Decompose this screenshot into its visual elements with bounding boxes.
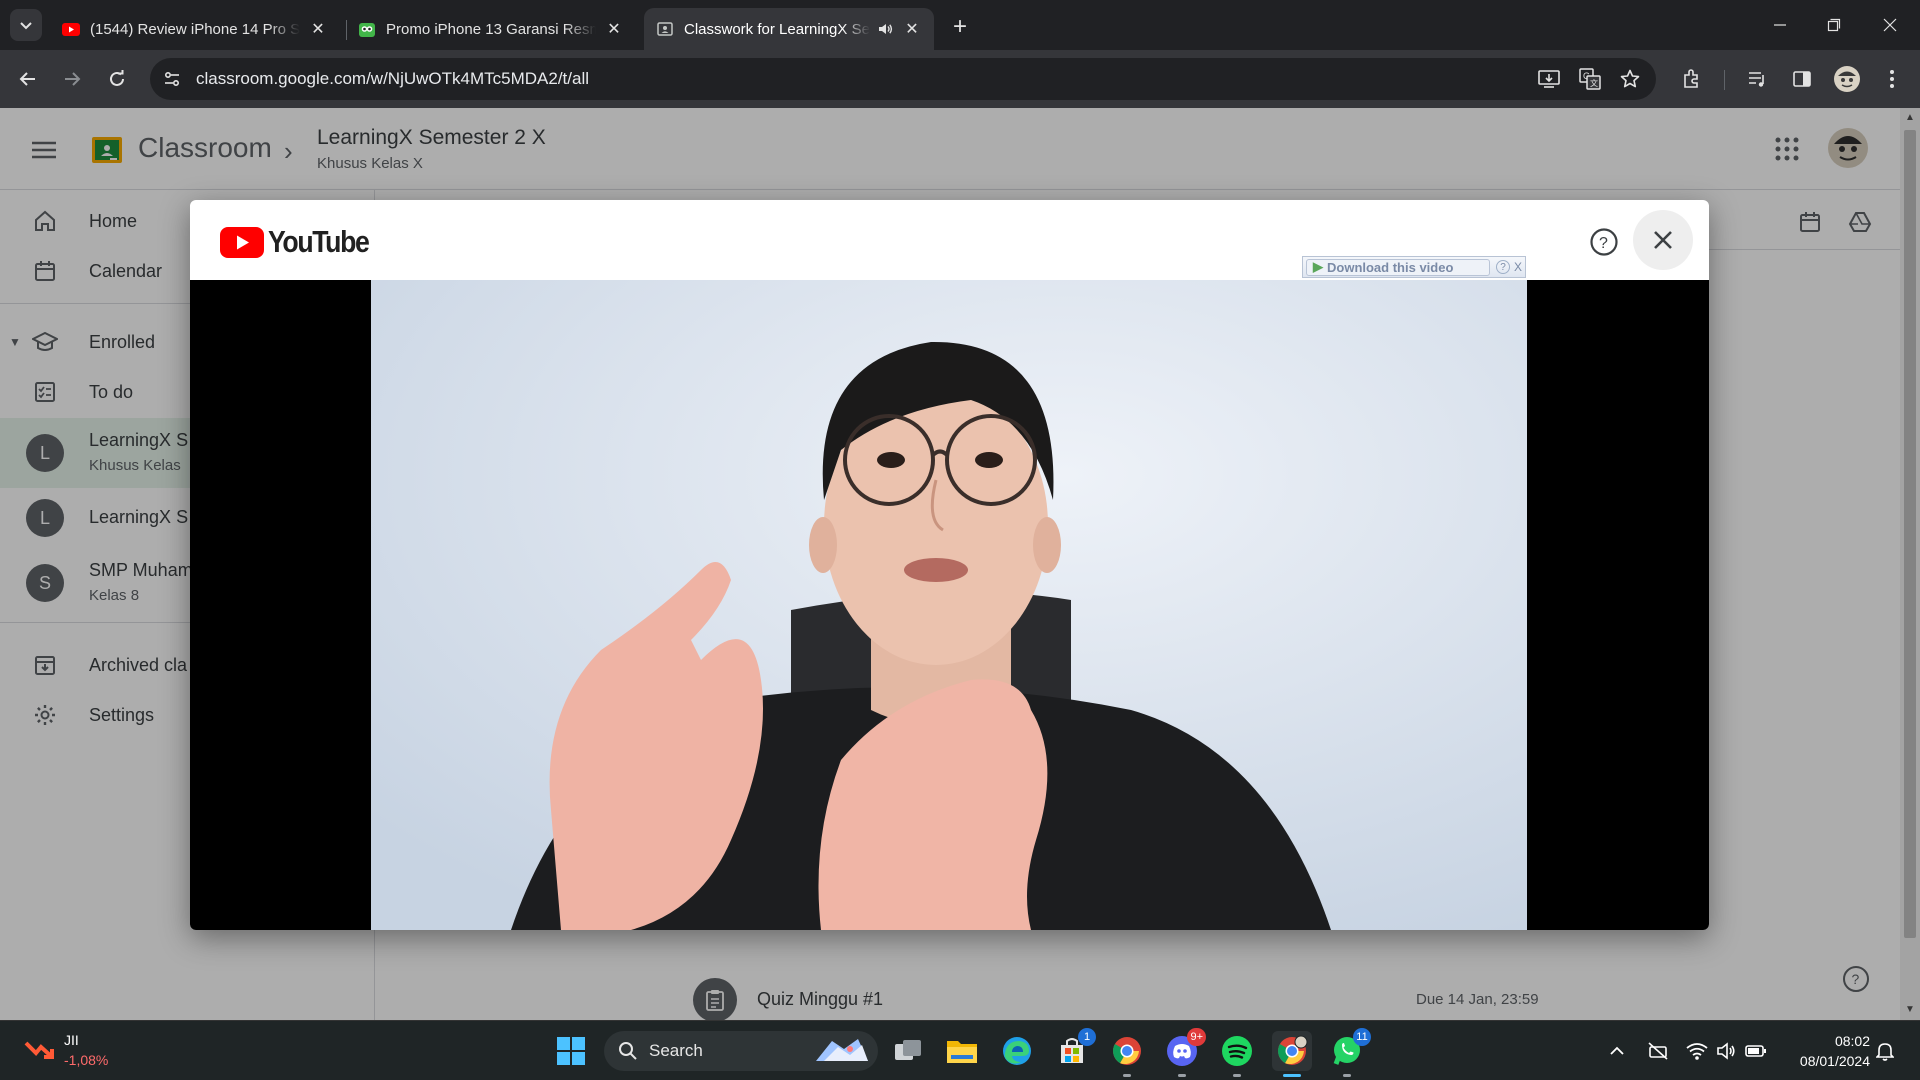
chrome-icon[interactable] <box>1107 1031 1147 1077</box>
youtube-wordmark: YouTube <box>268 224 370 259</box>
tab-close-icon[interactable]: ✕ <box>308 19 328 39</box>
stock-down-icon[interactable] <box>24 1033 54 1063</box>
minimize-icon <box>1774 24 1786 26</box>
arrow-right-icon <box>65 72 81 86</box>
window-close-button[interactable] <box>1862 0 1918 50</box>
running-indicator <box>1178 1074 1186 1077</box>
address-bar[interactable]: classroom.google.com/w/NjUwOTk4MTc5MDA2/… <box>150 58 1656 100</box>
search-icon <box>619 1042 637 1060</box>
translate-icon[interactable]: G文 <box>1577 66 1603 92</box>
stock-ticker-change: -1,08% <box>64 1052 109 1068</box>
new-tab-button[interactable]: + <box>946 13 974 41</box>
whatsapp-icon[interactable]: 11 <box>1327 1028 1371 1077</box>
tab-close-icon[interactable]: ✕ <box>604 19 624 39</box>
stock-ticker-name[interactable]: JII <box>64 1032 79 1048</box>
arrow-left-icon <box>19 72 35 86</box>
download-video-bar: ▶ Download this video ? X <box>1302 256 1526 278</box>
help-icon[interactable]: ? <box>1589 227 1619 257</box>
classroom-icon <box>656 20 674 38</box>
minimize-button[interactable] <box>1752 0 1808 50</box>
install-app-icon[interactable] <box>1536 66 1562 92</box>
youtube-logo[interactable]: YouTube <box>220 224 385 260</box>
microsoft-store-icon[interactable]: 1 <box>1052 1028 1096 1071</box>
volume-icon[interactable] <box>1712 1037 1740 1065</box>
url-text[interactable]: classroom.google.com/w/NjUwOTk4MTc5MDA2/… <box>196 69 589 89</box>
svg-text:文: 文 <box>1590 78 1598 88</box>
youtube-video-dialog: YouTube ? ▶ Download this video ? X <box>190 200 1709 930</box>
tab-title: Promo iPhone 13 Garansi Resmi <box>386 20 596 38</box>
windows-taskbar: JII -1,08% Search 1 9+ 11 08:02 08/01/20… <box>0 1020 1920 1080</box>
running-indicator <box>1233 1074 1241 1077</box>
download-help-icon[interactable]: ? <box>1496 260 1510 274</box>
profile-avatar[interactable] <box>1831 63 1863 95</box>
classroom-page: Classroom › LearningX Semester 2 X Khusu… <box>0 108 1920 1020</box>
chevron-down-icon <box>20 22 32 30</box>
tab-tokopedia[interactable]: Promo iPhone 13 Garansi Resmi ✕ <box>346 8 636 50</box>
download-video-button[interactable]: ▶ Download this video <box>1306 258 1490 276</box>
battery-icon[interactable] <box>1742 1037 1770 1065</box>
download-close-icon[interactable]: X <box>1514 260 1522 274</box>
network-disconnected-icon[interactable] <box>1644 1037 1672 1065</box>
restore-button[interactable] <box>1806 0 1862 50</box>
edge-browser-icon[interactable] <box>997 1031 1037 1071</box>
bookmark-star-icon[interactable] <box>1617 66 1643 92</box>
toolbar-separator <box>1724 70 1725 90</box>
close-dialog-button[interactable] <box>1633 210 1693 270</box>
browser-toolbar: classroom.google.com/w/NjUwOTk4MTc5MDA2/… <box>0 50 1920 108</box>
file-explorer-icon[interactable] <box>942 1031 982 1071</box>
media-control-icon[interactable] <box>1741 63 1773 95</box>
speaker-icon[interactable] <box>876 20 894 38</box>
back-button[interactable] <box>12 63 44 95</box>
system-clock[interactable]: 08:02 08/01/2024 <box>1780 1031 1870 1071</box>
show-hidden-icons-icon[interactable] <box>1603 1037 1631 1065</box>
extensions-icon[interactable] <box>1675 63 1707 95</box>
restore-icon <box>1827 18 1841 32</box>
video-frame[interactable] <box>371 280 1527 930</box>
wifi-icon[interactable] <box>1683 1037 1711 1065</box>
clock-date: 08/01/2024 <box>1799 1053 1870 1069</box>
close-icon <box>1654 231 1672 249</box>
notifications-bell-icon[interactable] <box>1871 1037 1899 1065</box>
tab-title: (1544) Review iPhone 14 Pro Se <box>90 20 300 38</box>
store-badge: 1 <box>1078 1028 1096 1046</box>
whatsapp-badge: 11 <box>1353 1028 1371 1046</box>
search-label: Search <box>649 1041 703 1060</box>
side-panel-icon[interactable] <box>1786 63 1818 95</box>
taskbar-search-box[interactable]: Search <box>604 1031 878 1071</box>
presenter-video-image <box>371 280 1527 930</box>
video-player[interactable] <box>190 280 1709 930</box>
discord-badge: 9+ <box>1187 1028 1206 1046</box>
windows-start-icon[interactable] <box>556 1036 586 1066</box>
tab-close-icon[interactable]: ✕ <box>902 19 922 39</box>
site-info-icon[interactable] <box>162 69 182 89</box>
youtube-icon <box>62 20 80 38</box>
clock-time: 08:02 <box>1834 1033 1870 1049</box>
more-options-icon[interactable] <box>1876 63 1908 95</box>
running-indicator <box>1123 1074 1131 1077</box>
tab-strip: (1544) Review iPhone 14 Pro Se ✕ Promo i… <box>0 0 1920 50</box>
spotify-icon[interactable] <box>1217 1031 1257 1077</box>
tab-classroom[interactable]: Classwork for LearningX Sem ✕ <box>644 8 934 50</box>
youtube-play-icon <box>220 226 264 258</box>
tab-search-button[interactable] <box>10 9 42 41</box>
chrome-active-icon[interactable] <box>1272 1031 1312 1077</box>
discord-icon[interactable]: 9+ <box>1162 1028 1206 1077</box>
play-triangle-icon: ▶ <box>1313 259 1323 274</box>
close-icon <box>1883 18 1897 32</box>
tab-title: Classwork for LearningX Sem <box>684 20 870 38</box>
tokopedia-icon <box>358 20 376 38</box>
tab-youtube[interactable]: (1544) Review iPhone 14 Pro Se ✕ <box>50 8 340 50</box>
forward-button[interactable] <box>56 63 88 95</box>
task-view-icon[interactable] <box>888 1031 928 1071</box>
reload-button[interactable] <box>101 63 133 95</box>
download-label: Download this video <box>1327 259 1454 275</box>
svg-text:?: ? <box>1599 235 1608 252</box>
search-highlight-icon <box>816 1039 868 1061</box>
running-indicator <box>1343 1074 1351 1077</box>
active-indicator <box>1283 1074 1301 1077</box>
reload-icon <box>110 70 124 86</box>
